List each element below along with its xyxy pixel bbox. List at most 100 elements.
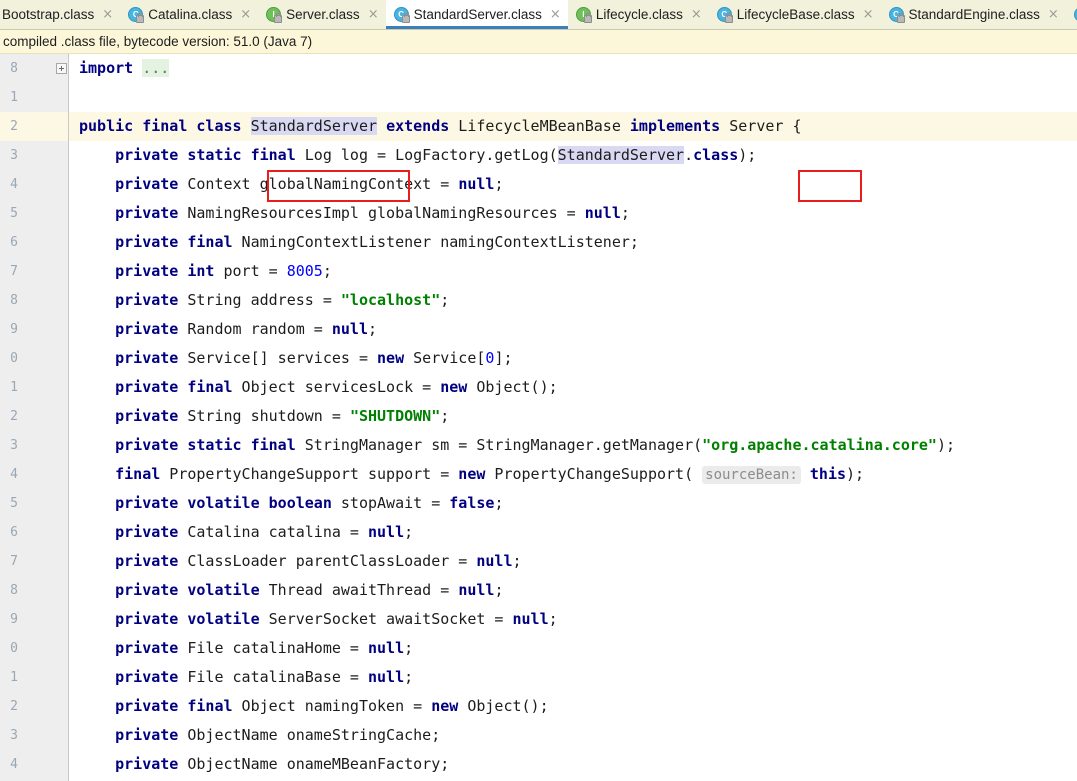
code-line[interactable]: private final NamingContextListener nami… <box>69 228 1077 257</box>
code-token-pln: Object(); <box>458 697 549 715</box>
code-token-kw: final <box>115 465 161 483</box>
code-token-pln <box>79 378 115 396</box>
code-line[interactable]: public final class StandardServer extend… <box>69 112 1077 141</box>
code-token-kw: private <box>115 726 179 744</box>
code-area[interactable]: import ... public final class StandardSer… <box>69 54 1077 781</box>
editor-tab-lifecyclebase[interactable]: C LifecycleBase.class × <box>709 0 881 29</box>
close-icon[interactable]: × <box>691 8 702 21</box>
code-line[interactable]: private Context globalNamingContext = nu… <box>69 170 1077 199</box>
code-line[interactable]: private volatile Thread awaitThread = nu… <box>69 576 1077 605</box>
code-line[interactable]: private ObjectName onameMBeanFactory; <box>69 750 1077 779</box>
editor-tab-bar[interactable]: Bootstrap.class × C Catalina.class × I Server.… <box>0 0 1077 30</box>
highlighted-identifier: StandardServer <box>557 146 685 164</box>
code-line[interactable]: private File catalinaBase = null; <box>69 663 1077 692</box>
code-token-kw: null <box>476 552 513 570</box>
code-token-pln: NamingResourcesImpl globalNamingResource… <box>178 204 585 222</box>
close-icon[interactable]: × <box>863 8 874 21</box>
code-line[interactable]: private File catalinaHome = null; <box>69 634 1077 663</box>
code-token-pln: ; <box>494 494 504 512</box>
editor-tab-label: StandardEngine.class <box>908 6 1040 22</box>
code-line[interactable]: private final Object namingToken = new O… <box>69 692 1077 721</box>
code-token-kw: null <box>368 639 405 657</box>
code-token-pln <box>79 349 115 367</box>
code-token-kw: private volatile <box>115 610 260 628</box>
java-interface-icon: I <box>266 7 283 23</box>
code-line[interactable]: private String shutdown = "SHUTDOWN"; <box>69 402 1077 431</box>
java-interface-icon: I <box>575 7 592 23</box>
code-token-pln: ; <box>512 552 522 570</box>
code-line[interactable]: private Catalina catalina = null; <box>69 518 1077 547</box>
code-line[interactable] <box>69 83 1077 112</box>
code-line[interactable]: import ... <box>69 54 1077 83</box>
code-token-pln: Service[] services = <box>178 349 378 367</box>
editor-tab-lifecycle[interactable]: I Lifecycle.class × <box>568 0 709 29</box>
code-token-pln <box>79 233 115 251</box>
close-icon[interactable]: × <box>240 8 251 21</box>
code-line[interactable]: private ClassLoader parentClassLoader = … <box>69 547 1077 576</box>
line-number: 1 <box>10 380 18 395</box>
code-line[interactable]: final PropertyChangeSupport support = ne… <box>69 460 1077 489</box>
code-token-pln: ; <box>494 175 504 193</box>
code-token-pln <box>242 117 251 135</box>
code-line[interactable]: private Random random = null; <box>69 315 1077 344</box>
code-token-pln <box>79 320 115 338</box>
code-token-pln: ; <box>404 668 414 686</box>
code-token-pln <box>79 639 115 657</box>
code-token-pln <box>133 59 142 77</box>
code-token-pln: ClassLoader parentClassLoader = <box>178 552 477 570</box>
code-line[interactable]: private volatile ServerSocket awaitSocke… <box>69 605 1077 634</box>
code-line[interactable]: private static final Log log = LogFactor… <box>69 141 1077 170</box>
idea-editor-window: Bootstrap.class × C Catalina.class × I Server.… <box>0 0 1077 781</box>
editor-tab-bootstrap[interactable]: Bootstrap.class × <box>0 0 120 29</box>
code-token-kw: private <box>115 349 179 367</box>
code-token-kw: this <box>809 465 847 483</box>
java-class-icon: C <box>888 7 905 23</box>
code-line[interactable]: private static final StringManager sm = … <box>69 431 1077 460</box>
code-token-pln: ObjectName onameMBeanFactory; <box>178 755 450 773</box>
close-icon[interactable]: × <box>550 8 561 21</box>
line-number: 2 <box>10 699 18 714</box>
code-token-kw: extends <box>386 117 450 135</box>
code-token-pln: Service[ <box>404 349 486 367</box>
code-token-pln <box>79 726 115 744</box>
editor-tab-standardserver[interactable]: C StandardServer.class × <box>385 0 569 29</box>
code-token-kw: null <box>584 204 621 222</box>
code-token-pln: Catalina catalina = <box>178 523 368 541</box>
line-number: 6 <box>10 525 18 540</box>
code-line[interactable]: private String address = "localhost"; <box>69 286 1077 315</box>
code-token-pln <box>801 465 810 483</box>
editor-tab-catalina[interactable]: C Catalina.class × <box>120 0 258 29</box>
fold-expand-icon[interactable] <box>56 63 67 74</box>
code-editor[interactable]: 8 1 2 3 4 5 6 7 8 9 0 1 2 3 4 5 6 7 8 9 0 1 2 3 4 import ... publ… <box>0 54 1077 781</box>
code-token-pln: Server { <box>720 117 802 135</box>
code-token-kw: private <box>115 639 179 657</box>
line-number-gutter[interactable]: 8 1 2 3 4 5 6 7 8 9 0 1 2 3 4 5 6 7 8 9 0 1 2 3 4 <box>0 54 69 781</box>
editor-tab-label: Server.class <box>286 6 360 22</box>
code-token-pln: ; <box>404 639 414 657</box>
code-token-kw: private <box>115 204 179 222</box>
editor-tab-server[interactable]: I Server.class × <box>258 0 385 29</box>
java-class-icon: C <box>393 7 410 23</box>
close-icon[interactable]: × <box>102 8 113 21</box>
code-line[interactable]: private Service[] services = new Service… <box>69 344 1077 373</box>
code-token-pln: ); <box>936 436 956 454</box>
close-icon[interactable]: × <box>368 8 379 21</box>
editor-tab-label: Catalina.class <box>148 6 233 22</box>
code-token-kw: private final <box>115 697 233 715</box>
code-line[interactable]: private int port = 8005; <box>69 257 1077 286</box>
editor-tab-standardengine[interactable]: C StandardEngine.class × <box>881 0 1066 29</box>
line-number: 7 <box>10 554 18 569</box>
code-line[interactable]: private NamingResourcesImpl globalNaming… <box>69 199 1077 228</box>
code-token-pln <box>79 668 115 686</box>
code-token-pln <box>79 581 115 599</box>
editor-tab-label: Bootstrap.class <box>2 6 95 22</box>
code-line[interactable]: private volatile boolean stopAwait = fal… <box>69 489 1077 518</box>
editor-tab-containerbas[interactable]: CContainerBas <box>1066 0 1077 29</box>
code-token-kw: private int <box>115 262 215 280</box>
line-number: 9 <box>10 322 18 337</box>
decompiled-file-notification-bar: compiled .class file, bytecode version: … <box>0 30 1077 54</box>
code-line[interactable]: private final Object servicesLock = new … <box>69 373 1077 402</box>
code-token-pln: File catalinaHome = <box>178 639 368 657</box>
close-icon[interactable]: × <box>1048 8 1059 21</box>
code-line[interactable]: private ObjectName onameStringCache; <box>69 721 1077 750</box>
